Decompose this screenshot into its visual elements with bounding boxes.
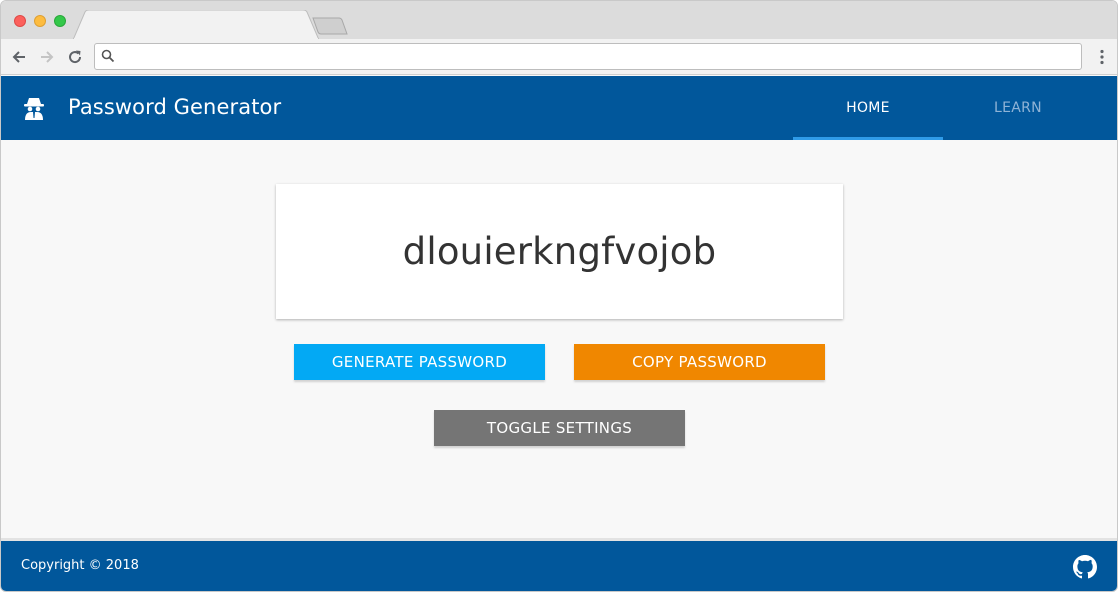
arrow-right-icon <box>41 51 54 63</box>
search-icon <box>101 49 115 63</box>
tab-learn[interactable]: LEARN <box>943 76 1093 140</box>
tab-home-label: HOME <box>846 100 890 116</box>
github-icon[interactable] <box>1073 555 1097 579</box>
generated-password: dlouierkngfvojob <box>402 230 717 273</box>
browser-window: Password Generator HOME LEARN dlouierkng… <box>0 0 1118 592</box>
password-card: dlouierkngfvojob <box>276 184 843 319</box>
maximize-window-button[interactable] <box>54 15 66 27</box>
generate-password-button[interactable]: GENERATE PASSWORD <box>294 344 545 380</box>
forward-button[interactable] <box>37 47 57 67</box>
browser-toolbar <box>1 39 1117 75</box>
browser-tab-bar <box>1 1 1117 40</box>
close-window-button[interactable] <box>14 15 26 27</box>
browser-menu-button[interactable] <box>1097 48 1107 66</box>
app-title: Password Generator <box>68 95 282 119</box>
tab-home[interactable]: HOME <box>793 76 943 140</box>
copy-password-button[interactable]: COPY PASSWORD <box>574 344 825 380</box>
tab-learn-label: LEARN <box>994 100 1042 116</box>
address-bar[interactable] <box>94 43 1082 70</box>
new-tab-button[interactable] <box>312 17 348 35</box>
generate-password-label: GENERATE PASSWORD <box>331 353 508 371</box>
arrow-left-icon <box>12 51 25 63</box>
reload-button[interactable] <box>65 47 85 67</box>
toggle-settings-label: TOGGLE SETTINGS <box>486 419 633 437</box>
back-button[interactable] <box>9 47 29 67</box>
more-vertical-icon <box>1100 49 1104 65</box>
reload-icon <box>69 50 82 64</box>
app-footer: Copyright © 2018 <box>1 538 1117 591</box>
address-input[interactable] <box>121 47 1071 66</box>
spy-agent-icon <box>24 98 44 120</box>
copyright-text: Copyright © 2018 <box>21 558 139 573</box>
main-content: dlouierkngfvojob GENERATE PASSWORD COPY … <box>1 140 1117 538</box>
copy-password-label: COPY PASSWORD <box>632 353 767 371</box>
minimize-window-button[interactable] <box>34 15 46 27</box>
toggle-settings-button[interactable]: TOGGLE SETTINGS <box>434 410 685 446</box>
browser-tab-active[interactable] <box>73 10 319 40</box>
app-header: Password Generator HOME LEARN <box>1 76 1117 140</box>
